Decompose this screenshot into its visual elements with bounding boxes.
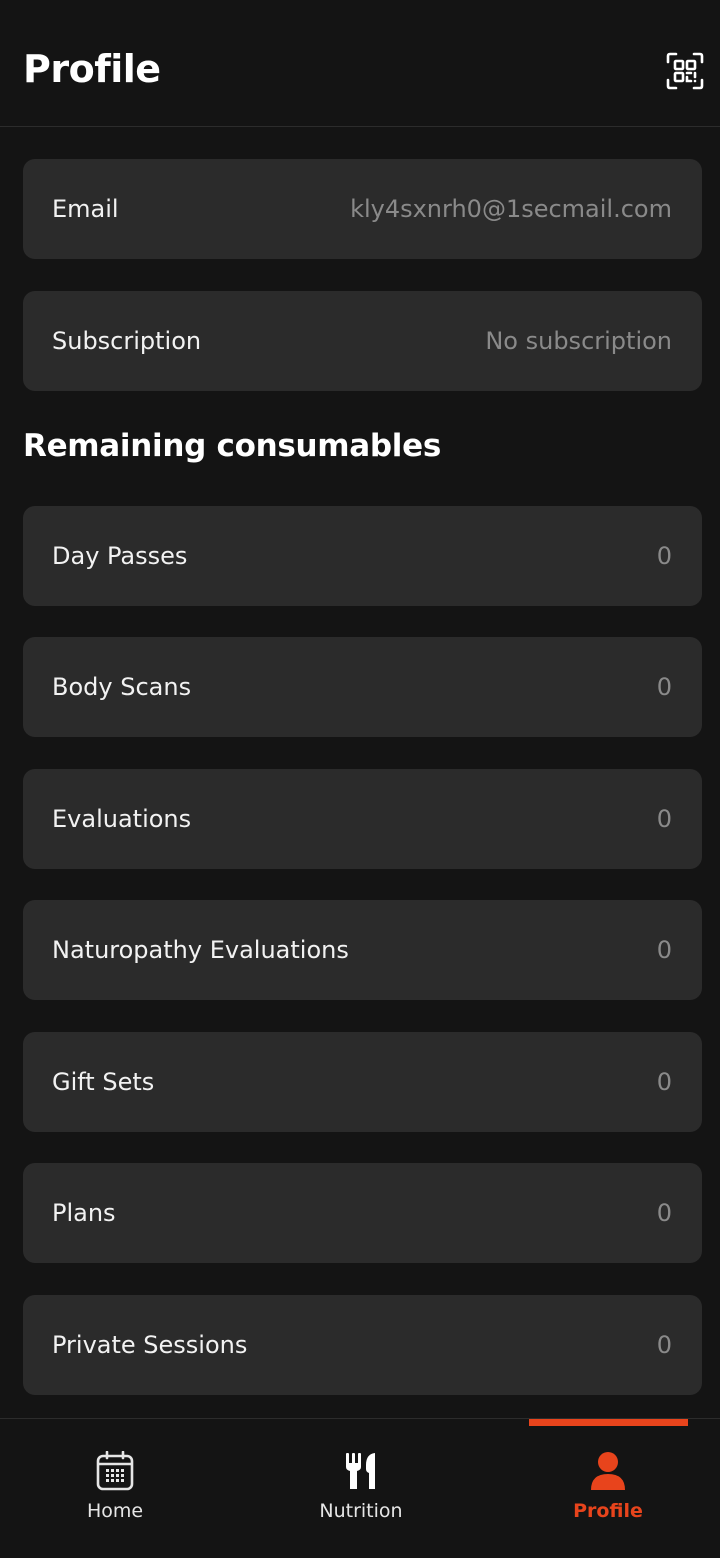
- consumable-row-day-passes: Day Passes 0: [23, 506, 702, 606]
- remaining-consumables-heading: Remaining consumables: [23, 428, 441, 464]
- consumable-count: 0: [656, 1068, 672, 1096]
- subscription-label: Subscription: [52, 327, 202, 355]
- qr-code-scan-button[interactable]: [662, 48, 708, 94]
- subscription-row[interactable]: Subscription No subscription: [23, 291, 702, 391]
- consumable-count: 0: [656, 805, 672, 833]
- consumable-count: 0: [656, 936, 672, 964]
- consumable-row-plans: Plans 0: [23, 1163, 702, 1263]
- consumable-label: Plans: [52, 1199, 116, 1227]
- consumable-label: Body Scans: [52, 673, 192, 701]
- consumable-row-gift-sets: Gift Sets 0: [23, 1032, 702, 1132]
- email-row: Email kly4sxnrh0@1secmail.com: [23, 159, 702, 259]
- consumable-row-evaluations: Evaluations 0: [23, 769, 702, 869]
- consumable-count: 0: [656, 542, 672, 570]
- nav-label-home: Home: [86, 1500, 144, 1522]
- nav-label-profile: Profile: [573, 1500, 643, 1522]
- consumable-label: Evaluations: [52, 805, 192, 833]
- nav-item-profile[interactable]: Profile: [488, 1419, 720, 1558]
- email-value: kly4sxnrh0@1secmail.com: [350, 195, 672, 223]
- consumable-count: 0: [656, 673, 672, 701]
- profile-screen: Profile Email kly4sxnrh0@1secmail.com Su…: [0, 0, 720, 1558]
- subscription-value: No subscription: [485, 327, 672, 355]
- qr-code-scan-icon: [666, 52, 704, 90]
- consumable-label: Gift Sets: [52, 1068, 155, 1096]
- email-label: Email: [52, 195, 119, 223]
- nav-item-nutrition[interactable]: Nutrition: [241, 1419, 481, 1558]
- active-tab-indicator: [529, 1419, 688, 1426]
- nav-label-nutrition: Nutrition: [319, 1500, 403, 1522]
- page-title: Profile: [23, 47, 161, 91]
- consumable-label: Day Passes: [52, 542, 188, 570]
- consumable-row-private-sessions: Private Sessions 0: [23, 1295, 702, 1395]
- consumable-row-body-scans: Body Scans 0: [23, 637, 702, 737]
- consumable-count: 0: [656, 1199, 672, 1227]
- calendar-icon: [93, 1449, 137, 1493]
- person-icon: [586, 1449, 630, 1493]
- nav-item-home[interactable]: Home: [0, 1419, 235, 1558]
- consumable-label: Private Sessions: [52, 1331, 248, 1359]
- consumable-count: 0: [656, 1331, 672, 1359]
- header: Profile: [0, 0, 720, 127]
- bottom-navigation: Home Nutrition Profile: [0, 1418, 720, 1558]
- consumable-label: Naturopathy Evaluations: [52, 936, 349, 964]
- consumable-row-naturopathy-evaluations: Naturopathy Evaluations 0: [23, 900, 702, 1000]
- fork-knife-icon: [339, 1449, 383, 1493]
